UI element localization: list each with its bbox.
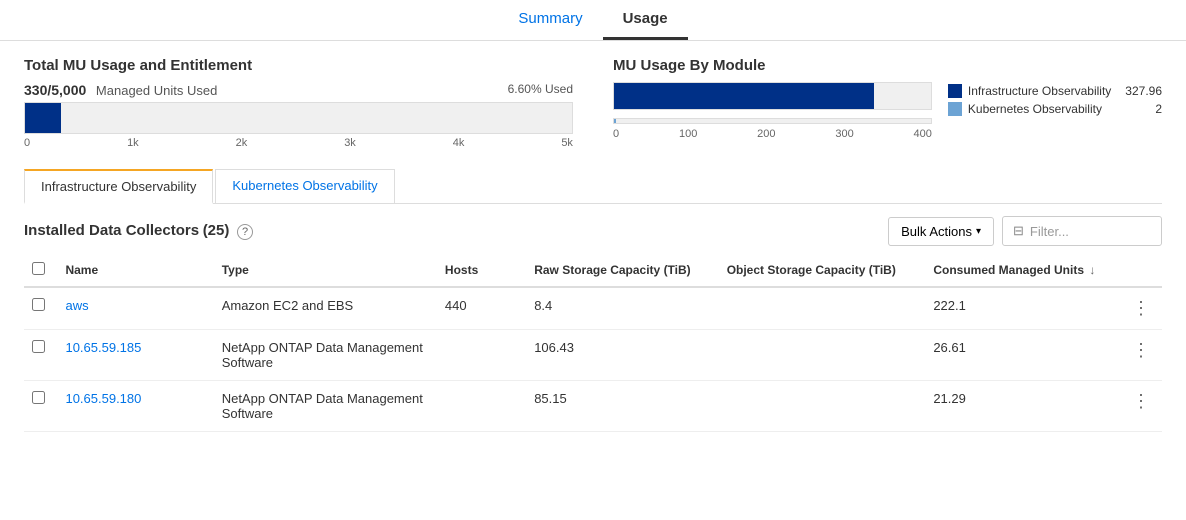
sub-tab-k8s[interactable]: Kubernetes Observability xyxy=(215,169,394,203)
row-type-3: NetApp ONTAP Data Management Software xyxy=(214,381,437,432)
row-actions-1: ⋮ xyxy=(1124,287,1162,330)
tab-usage[interactable]: Usage xyxy=(603,0,688,40)
total-mu-bar: 0 1k 2k 3k 4k 5k xyxy=(24,102,573,149)
mu-by-module-title: MU Usage By Module xyxy=(613,57,1162,74)
table-count: (25) xyxy=(203,222,230,239)
sub-tab-infra[interactable]: Infrastructure Observability xyxy=(24,169,213,204)
table-title: Installed Data Collectors xyxy=(24,222,199,239)
row-name-2: 10.65.59.185 xyxy=(57,330,213,381)
charts-row: Total MU Usage and Entitlement 330/5,000… xyxy=(24,57,1162,149)
bulk-actions-chevron-icon: ▾ xyxy=(976,226,981,237)
row-raw-1: 8.4 xyxy=(526,287,719,330)
module-bar-fill xyxy=(614,83,874,109)
row-type-2: NetApp ONTAP Data Management Software xyxy=(214,330,437,381)
row-link-2[interactable]: 10.65.59.185 xyxy=(65,340,141,355)
bulk-actions-label: Bulk Actions xyxy=(901,224,972,239)
select-all-checkbox[interactable] xyxy=(32,262,45,275)
filter-icon: ⊟ xyxy=(1013,223,1024,239)
tab-summary[interactable]: Summary xyxy=(498,0,602,40)
legend-value-infra: 327.96 xyxy=(1125,84,1162,98)
mu-by-module-panel: MU Usage By Module 0 100 200 300 xyxy=(613,57,1162,149)
legend-value-k8s: 2 xyxy=(1155,102,1162,116)
row-name-3: 10.65.59.180 xyxy=(57,381,213,432)
row-hosts-2 xyxy=(437,330,526,381)
row-consumed-3: 21.29 xyxy=(925,381,1124,432)
total-mu-usage-label: 330/5,000 Managed Units Used 6.60% Used xyxy=(24,82,573,98)
bar-track xyxy=(24,102,573,134)
total-mu-title: Total MU Usage and Entitlement xyxy=(24,57,573,74)
total-mu-panel: Total MU Usage and Entitlement 330/5,000… xyxy=(24,57,573,149)
legend-label-infra: Infrastructure Observability xyxy=(968,84,1111,98)
col-header-hosts: Hosts xyxy=(437,254,526,287)
table-title-area: Installed Data Collectors (25) ? xyxy=(24,222,253,240)
module-bar-track xyxy=(613,82,932,110)
legend-color-infra xyxy=(948,84,962,98)
module-bar-track-2 xyxy=(613,118,932,124)
table-header: Name Type Hosts Raw Storage Capacity (Ti… xyxy=(24,254,1162,287)
bulk-actions-button[interactable]: Bulk Actions ▾ xyxy=(888,217,994,246)
module-legend: Infrastructure Observability 327.96 Kube… xyxy=(948,82,1162,116)
module-chart-area: 0 100 200 300 400 Infrastructure Observa… xyxy=(613,82,1162,140)
row-link-1[interactable]: aws xyxy=(65,298,88,313)
filter-box[interactable]: ⊟ Filter... xyxy=(1002,216,1162,246)
col-header-name: Name xyxy=(57,254,213,287)
legend-item-infra: Infrastructure Observability 327.96 xyxy=(948,84,1162,98)
row-object-3 xyxy=(719,381,926,432)
row-menu-icon-2[interactable]: ⋮ xyxy=(1132,340,1150,360)
legend-label-k8s: Kubernetes Observability xyxy=(968,102,1141,116)
legend-color-k8s xyxy=(948,102,962,116)
bar-tick-labels: 0 1k 2k 3k 4k 5k xyxy=(24,137,573,149)
total-mu-numbers: 330/5,000 xyxy=(24,82,86,98)
row-check-3 xyxy=(24,381,57,432)
row-object-2 xyxy=(719,330,926,381)
row-consumed-1: 222.1 xyxy=(925,287,1124,330)
col-header-object: Object Storage Capacity (TiB) xyxy=(719,254,926,287)
row-type-1: Amazon EC2 and EBS xyxy=(214,287,437,330)
row-name-1: aws xyxy=(57,287,213,330)
filter-placeholder: Filter... xyxy=(1030,224,1069,239)
row-actions-2: ⋮ xyxy=(1124,330,1162,381)
module-bar-section: 0 100 200 300 400 xyxy=(613,82,932,140)
bar-fill xyxy=(25,103,61,133)
table-row: aws Amazon EC2 and EBS 440 8.4 222.1 ⋮ xyxy=(24,287,1162,330)
table-header-row: Installed Data Collectors (25) ? Bulk Ac… xyxy=(24,204,1162,254)
row-checkbox-3[interactable] xyxy=(32,391,45,404)
row-checkbox-2[interactable] xyxy=(32,340,45,353)
col-header-raw: Raw Storage Capacity (TiB) xyxy=(526,254,719,287)
row-object-1 xyxy=(719,287,926,330)
table-row: 10.65.59.185 NetApp ONTAP Data Managemen… xyxy=(24,330,1162,381)
row-hosts-3 xyxy=(437,381,526,432)
sort-icon[interactable]: ↓ xyxy=(1089,263,1095,277)
row-check-2 xyxy=(24,330,57,381)
col-header-type: Type xyxy=(214,254,437,287)
help-icon[interactable]: ? xyxy=(237,224,253,240)
table-actions: Bulk Actions ▾ ⊟ Filter... xyxy=(888,216,1162,246)
col-header-consumed: Consumed Managed Units ↓ xyxy=(925,254,1124,287)
table-row: 10.65.59.180 NetApp ONTAP Data Managemen… xyxy=(24,381,1162,432)
module-bar-fill-2 xyxy=(614,119,616,123)
row-check-1 xyxy=(24,287,57,330)
main-content: Total MU Usage and Entitlement 330/5,000… xyxy=(0,41,1186,448)
sub-tabs: Infrastructure Observability Kubernetes … xyxy=(24,169,1162,204)
col-header-actions xyxy=(1124,254,1162,287)
total-mu-pct: 6.60% Used xyxy=(508,82,573,96)
top-tabs: Summary Usage xyxy=(0,0,1186,41)
col-header-check xyxy=(24,254,57,287)
row-hosts-1: 440 xyxy=(437,287,526,330)
table-section: Installed Data Collectors (25) ? Bulk Ac… xyxy=(24,204,1162,432)
row-checkbox-1[interactable] xyxy=(32,298,45,311)
row-raw-2: 106.43 xyxy=(526,330,719,381)
table-wrap: Name Type Hosts Raw Storage Capacity (Ti… xyxy=(24,254,1162,432)
row-link-3[interactable]: 10.65.59.180 xyxy=(65,391,141,406)
row-raw-3: 85.15 xyxy=(526,381,719,432)
row-menu-icon-1[interactable]: ⋮ xyxy=(1132,298,1150,318)
row-consumed-2: 26.61 xyxy=(925,330,1124,381)
row-menu-icon-3[interactable]: ⋮ xyxy=(1132,391,1150,411)
data-table: Name Type Hosts Raw Storage Capacity (Ti… xyxy=(24,254,1162,432)
legend-item-k8s: Kubernetes Observability 2 xyxy=(948,102,1162,116)
total-mu-sublabel: Managed Units Used xyxy=(96,83,217,98)
row-actions-3: ⋮ xyxy=(1124,381,1162,432)
module-tick-labels: 0 100 200 300 400 xyxy=(613,128,932,140)
